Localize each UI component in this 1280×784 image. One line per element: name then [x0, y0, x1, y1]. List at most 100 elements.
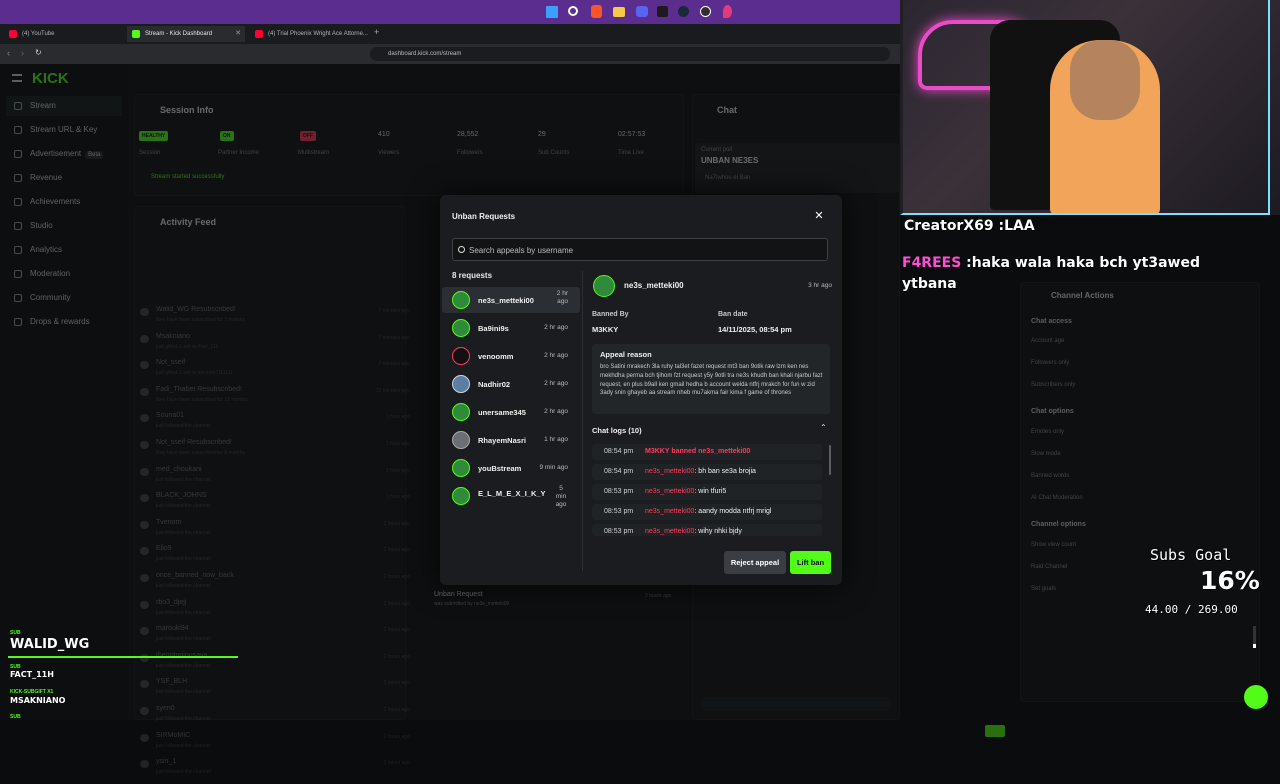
sidebar-item-achievements[interactable]: Achievements [6, 192, 122, 212]
sidebar-item-label: Analytics [30, 245, 63, 254]
request-time: 2 hr ago [544, 408, 568, 415]
menu-icon[interactable] [12, 74, 22, 82]
chat-log-row: 08:53 pm ne3s_metteki00: wihy nhki bjdy [592, 524, 822, 536]
chat-input[interactable] [701, 697, 891, 711]
request-item[interactable]: Nadhir02 2 hr ago [442, 371, 580, 397]
sidebar-item-label: Moderation [30, 269, 71, 278]
windows-start-icon[interactable] [546, 6, 558, 18]
url-field[interactable]: dashboard.kick.com/stream [370, 47, 890, 61]
stream-icon [14, 102, 22, 110]
reject-appeal-button[interactable]: Reject appeal [724, 551, 786, 574]
sidebar-item-label: Community [30, 293, 71, 302]
request-item[interactable]: E_L_M_E_X_I_K_Y 5 min ago [442, 483, 580, 513]
stat-label: Partner Income [218, 150, 260, 156]
subs-goal-fill [1253, 644, 1256, 648]
chevron-up-icon[interactable]: ⌃ [820, 423, 827, 432]
obs-icon[interactable] [700, 6, 711, 17]
brave-icon[interactable] [591, 5, 602, 18]
slow-mode-option[interactable]: Slow mode [1031, 451, 1061, 457]
lift-ban-button[interactable]: Lift ban [790, 551, 831, 574]
log-time: 08:53 pm [604, 528, 634, 535]
recent-sub-tag: SUB [10, 630, 21, 636]
sidebar-item-studio[interactable]: Studio [6, 216, 122, 236]
close-icon[interactable]: ✕ [812, 209, 826, 223]
chat-logs-title: Chat logs (10) [592, 426, 642, 435]
close-icon[interactable]: ✕ [235, 26, 241, 42]
activity-item-time: 2 hours ago [383, 574, 410, 580]
unban-requests-modal: Unban Requests ✕ 8 requests ne3s_metteki… [440, 195, 842, 585]
request-item[interactable]: ne3s_metteki00 2 hr ago [442, 287, 580, 313]
sidebar-item-stream[interactable]: Stream [6, 96, 122, 116]
overlay-chat-message: F4REES :haka wala haka bch yt3awed ytban… [902, 253, 1232, 295]
activity-item-time: 2 hours ago [383, 547, 410, 554]
request-item[interactable]: Ba9ini9s 2 hr ago [442, 315, 580, 341]
subscribers-only-option[interactable]: Subscribers only [1031, 382, 1075, 388]
forward-icon[interactable]: › [21, 48, 24, 58]
heart-icon [140, 760, 149, 769]
sidebar-item-community[interactable]: Community [6, 288, 122, 308]
activity-item-time: 1 hour ago [386, 467, 410, 474]
banned-words-option[interactable]: Banned words [1031, 473, 1069, 479]
sidebar-item-revenue[interactable]: Revenue [6, 168, 122, 188]
show-view-count-option[interactable]: Show view count [1031, 542, 1076, 548]
webcam-frame [900, 0, 1270, 215]
unban-request-row[interactable]: Unban Request was submitted by ne3s_mett… [420, 589, 680, 613]
browser-tab-bar: (4) YouTube Stream - Kick Dashboard ✕ (4… [0, 24, 900, 44]
steam-icon[interactable] [678, 6, 689, 17]
unban-request-time: 2 hours ago [645, 593, 672, 599]
request-item[interactable]: unersame345 2 hr ago [442, 399, 580, 425]
poll-box: Current poll UNBAN NE3ES Na7lwhou el Ban [695, 143, 899, 193]
location-icon[interactable] [723, 5, 732, 18]
tab-youtube-phoenix[interactable]: (4) Trial Phoenix Wright Ace Attorne... [250, 26, 368, 42]
log-user: ne3s_metteki00 [645, 528, 695, 535]
chat-send-button[interactable] [985, 725, 1005, 737]
avatar [452, 291, 470, 309]
chat-logs-scrollbar[interactable] [829, 445, 831, 475]
log-time: 08:54 pm [604, 468, 634, 475]
activity-item: YSF_BLH just followed the channel 2 hours … [140, 678, 410, 704]
activity-item-title: once_banned_now_back [156, 572, 234, 579]
sidebar-item-advertisement[interactable]: Advertisement Beta [6, 144, 122, 164]
new-tab-icon[interactable]: + [374, 27, 379, 37]
followers-only-option[interactable]: Followers only [1031, 360, 1069, 366]
banned-by-label: Banned By [592, 311, 629, 318]
activity-item-detail: just followed the channel [156, 662, 211, 669]
request-item[interactable]: youBstream 9 min ago [442, 455, 580, 481]
activity-item-time: 2 hours ago [383, 600, 410, 607]
log-ban-event: M3KKY banned ne3s_metteki00 [645, 448, 751, 455]
emotes-only-option[interactable]: Emotes only [1031, 429, 1064, 435]
activity-item: Elio9 just followed the channel 2 hours ag… [140, 545, 410, 571]
account-age-option[interactable]: Account age [1031, 338, 1064, 344]
folder-icon[interactable] [613, 7, 625, 17]
chat-title: Chat [717, 105, 737, 115]
kick-help-icon[interactable] [1244, 685, 1268, 709]
request-item[interactable]: venoomm 2 hr ago [442, 343, 580, 369]
sidebar-item-moderation[interactable]: Moderation [6, 264, 122, 284]
activity-item: Not_sseif Resubscribed! they have been su… [140, 439, 410, 465]
tab-label: (4) YouTube [22, 31, 55, 37]
youtube-icon [255, 30, 263, 38]
set-goals-option[interactable]: Set goals [1031, 586, 1056, 592]
sidebar-item-analytics[interactable]: Analytics [6, 240, 122, 260]
tab-youtube[interactable]: (4) YouTube [4, 26, 124, 42]
stat-value: 02:57:53 [618, 131, 646, 138]
raid-channel-option[interactable]: Raid Channel [1031, 564, 1067, 570]
tab-kick-dashboard[interactable]: Stream - Kick Dashboard ✕ [127, 26, 245, 42]
log-text: : win tfuri5 [694, 488, 727, 495]
sidebar-item-drops[interactable]: Drops & rewards [6, 312, 122, 332]
subs-goal-count: 44.00 / 269.00 [1145, 603, 1238, 616]
activity-item-time: 1 hour ago [386, 414, 410, 421]
sidebar-item-stream-url[interactable]: Stream URL & Key [6, 120, 122, 140]
ai-moderation-option[interactable]: AI Chat Moderation [1031, 495, 1083, 501]
back-icon[interactable]: ‹ [7, 48, 10, 58]
overlay-chat-user: F4REES [902, 255, 962, 271]
revenue-icon [14, 174, 22, 182]
discord-icon[interactable] [636, 6, 648, 17]
app-icon[interactable] [657, 6, 668, 17]
activity-item-time: 7 minutes ago [378, 308, 410, 314]
reload-icon[interactable]: ↻ [35, 48, 42, 57]
search-input[interactable] [469, 243, 819, 257]
request-time: 5 min ago [555, 485, 567, 508]
search-icon[interactable] [568, 6, 578, 16]
request-item[interactable]: RhayemNasri 1 hr ago [442, 427, 580, 453]
